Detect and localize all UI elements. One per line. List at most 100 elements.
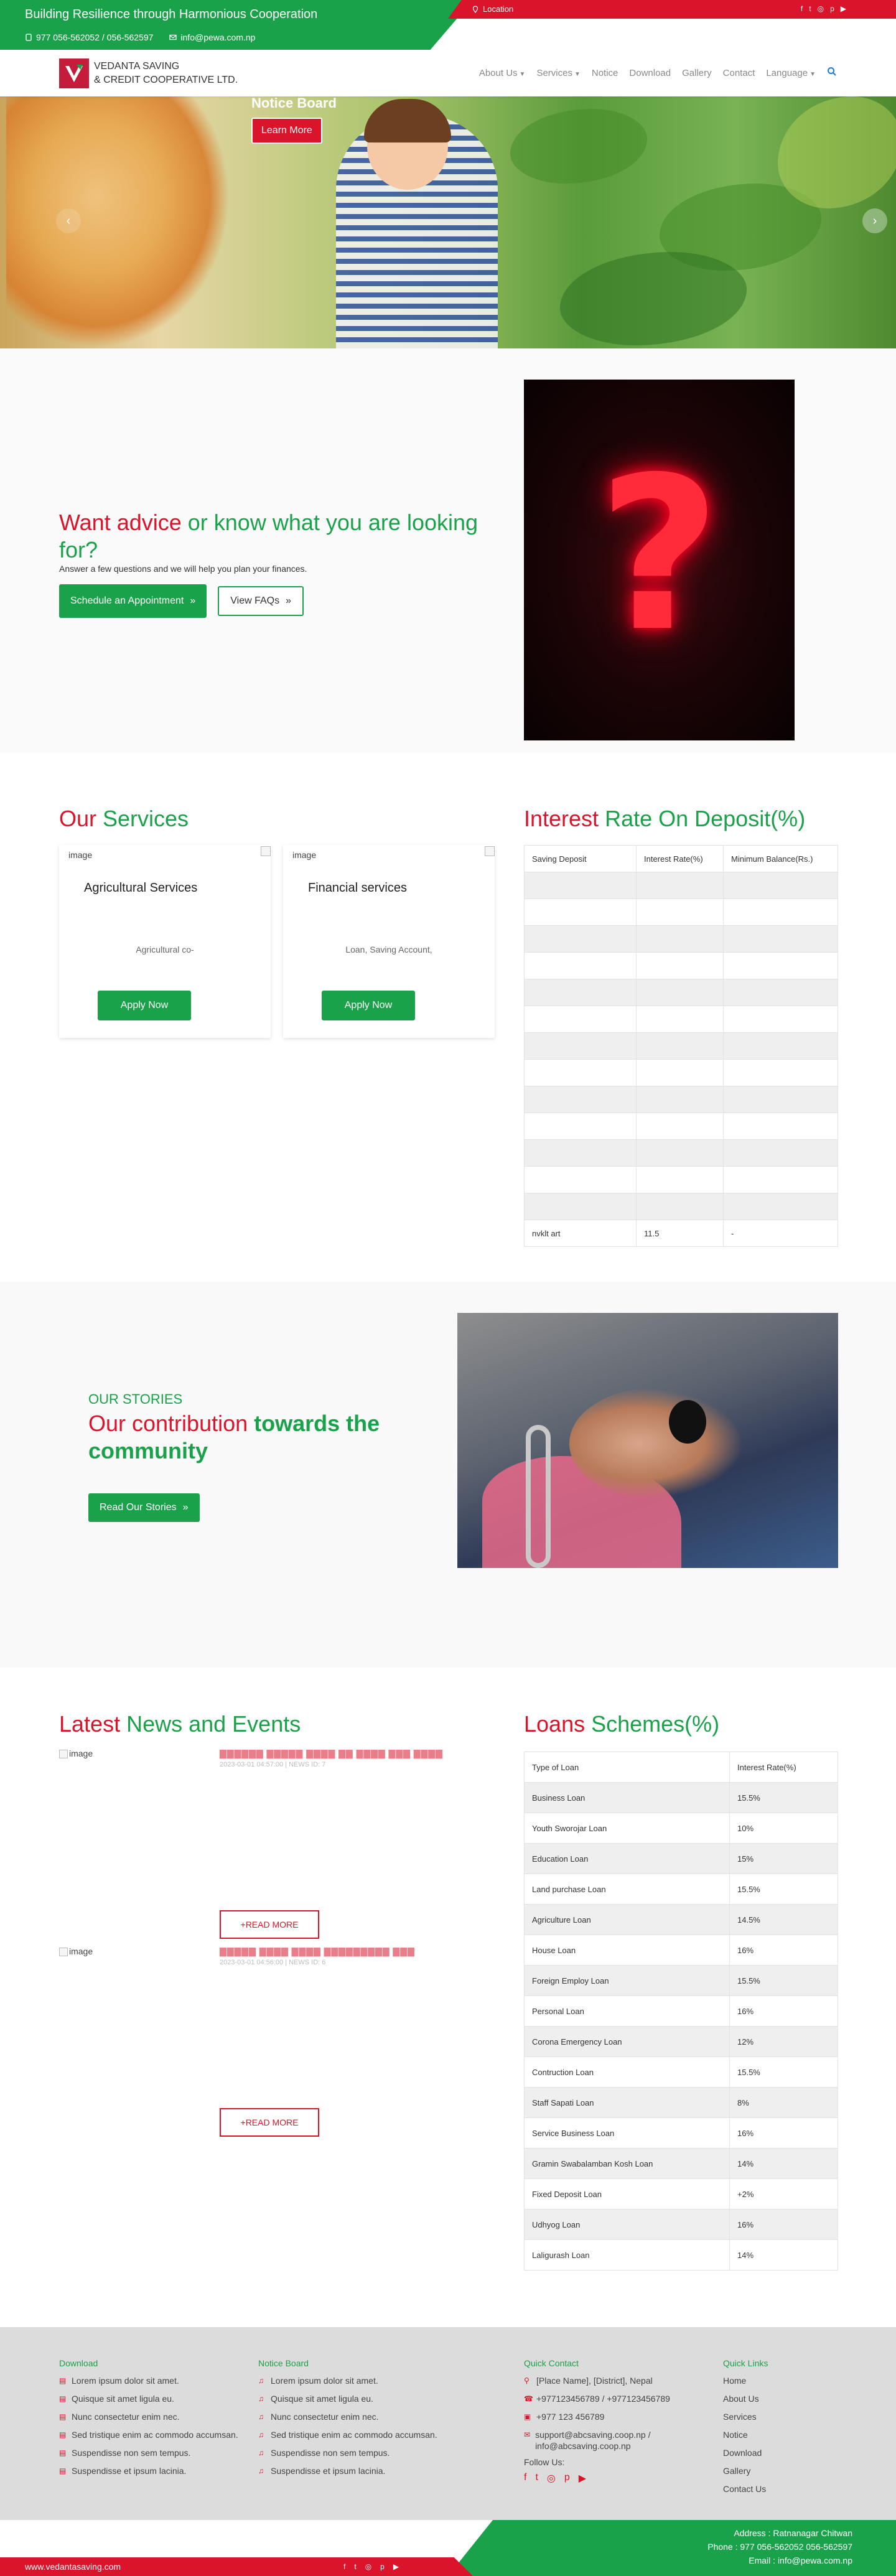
list-item[interactable]: Download <box>723 2444 847 2462</box>
table-cell <box>636 979 724 1006</box>
instagram-icon[interactable]: ◎ <box>365 2562 371 2571</box>
nav-contact[interactable]: Contact <box>723 68 755 78</box>
table-row: Staff Sapati Loan 8% <box>524 2087 838 2118</box>
read-more-button[interactable]: +READ MORE <box>220 1910 319 1939</box>
list-item[interactable]: Contact Us <box>723 2480 847 2498</box>
list-item[interactable]: ♫ Suspendisse non sem tempus. <box>258 2444 445 2462</box>
news-headline[interactable]: ▇▇▇▇▇▇ ▇▇▇▇▇ ▇▇▇▇ ▇▇ ▇▇▇▇ ▇▇▇ ▇▇▇▇ <box>220 1748 443 1759</box>
list-item[interactable]: Gallery <box>723 2462 847 2480</box>
facebook-icon[interactable]: f <box>801 4 803 13</box>
apply-now-button[interactable]: Apply Now <box>322 991 415 1020</box>
table-cell: 12% <box>729 2026 838 2057</box>
facebook-icon[interactable]: f <box>343 2562 345 2571</box>
learn-more-button[interactable]: Learn More <box>251 118 322 144</box>
table-cell <box>636 1139 724 1167</box>
list-item[interactable]: Services <box>723 2408 847 2426</box>
youtube-icon[interactable]: ▶ <box>841 4 846 13</box>
tagline: Building Resilience through Harmonious C… <box>25 7 318 21</box>
footer-download-list: ▤ Lorem ipsum dolor sit amet. ▤ Quisque sit… <box>59 2372 246 2480</box>
table-cell: Laligurash Loan <box>524 2239 730 2270</box>
youtube-icon[interactable]: ▶ <box>579 2472 586 2485</box>
brand-line-2: & CREDIT COOPERATIVE LTD. <box>94 74 238 85</box>
loan-schemes-table: Type of Loan Interest Rate(%) Business L… <box>524 1752 838 2270</box>
table-cell <box>723 1059 838 1086</box>
nav-services[interactable]: Services ▼ <box>536 68 580 78</box>
list-item[interactable]: ♫ Nunc consectetur enim nec. <box>258 2408 445 2426</box>
list-item[interactable]: ▤ Nunc consectetur enim nec. <box>59 2408 246 2426</box>
list-item[interactable]: ☎ +977123456789 / +977123456789 <box>524 2390 704 2408</box>
nav-gallery[interactable]: Gallery <box>682 68 712 78</box>
slider-next-icon[interactable]: › <box>862 208 887 233</box>
table-cell: 15.5% <box>729 1874 838 1905</box>
table-cell: - <box>723 1220 838 1247</box>
pinterest-icon[interactable]: p <box>830 4 834 13</box>
footer-notice: Notice Board ♫ Lorem ipsum dolor sit amet… <box>258 2358 445 2480</box>
table-row <box>524 979 838 1006</box>
list-item[interactable]: ♫ Sed tristique enim ac commodo accumsan. <box>258 2426 445 2444</box>
list-item[interactable]: ✉ support@abcsaving.coop.np / info@abcsav… <box>524 2426 704 2455</box>
table-cell: Agriculture Loan <box>524 1904 730 1935</box>
top-phone[interactable]: 977 056-562052 / 056-562597 <box>25 32 153 42</box>
nav-language-label: Language <box>766 68 808 78</box>
hero-leaf <box>510 109 647 184</box>
slider-prev-icon[interactable]: ‹ <box>56 208 81 233</box>
table-cell <box>723 898 838 926</box>
list-item[interactable]: ♫ Suspendisse et ipsum lacinia. <box>258 2462 445 2480</box>
table-row: Personal Loan 16% <box>524 1995 838 2027</box>
view-faqs-button[interactable]: View FAQs » <box>218 586 304 616</box>
mail-icon <box>169 34 177 40</box>
news-headline[interactable]: ▇▇▇▇▇ ▇▇▇▇ ▇▇▇▇ ▇▇▇▇▇▇▇▇▇ ▇▇▇ <box>220 1946 415 1957</box>
nav-download[interactable]: Download <box>629 68 671 78</box>
table-row: Gramin Swabalamban Kosh Loan 14% <box>524 2148 838 2179</box>
read-our-stories-button[interactable]: Read Our Stories » <box>88 1493 200 1522</box>
list-item[interactable]: Home <box>723 2372 847 2390</box>
list-item[interactable]: About Us <box>723 2390 847 2408</box>
list-item[interactable]: ♫ Lorem ipsum dolor sit amet. <box>258 2372 445 2390</box>
broken-image-icon <box>261 846 271 856</box>
list-item[interactable]: ♫ Quisque sit amet ligula eu. <box>258 2390 445 2408</box>
map-pin-icon <box>472 5 478 13</box>
nav-services-label: Services <box>536 68 572 78</box>
location-link[interactable]: Location <box>472 4 513 14</box>
table-row <box>524 952 838 979</box>
bell-icon: ♫ <box>258 2412 264 2421</box>
column-header: Saving Deposit <box>524 845 637 872</box>
facebook-icon[interactable]: f <box>524 2472 526 2485</box>
advice-subtitle: Answer a few questions and we will help … <box>59 564 307 574</box>
instagram-icon[interactable]: ◎ <box>818 4 824 13</box>
list-item-label: Suspendisse non sem tempus. <box>72 2448 191 2458</box>
question-mark-icon: ? <box>597 432 721 679</box>
list-item: ⚲ [Place Name], [District], Nepal <box>524 2372 704 2390</box>
list-item[interactable]: ▤ Lorem ipsum dolor sit amet. <box>59 2372 246 2390</box>
nav-notice[interactable]: Notice <box>592 68 618 78</box>
apply-now-button[interactable]: Apply Now <box>98 991 191 1020</box>
list-item[interactable]: ▤ Suspendisse et ipsum lacinia. <box>59 2462 246 2480</box>
file-pdf-icon: ▤ <box>59 2376 67 2385</box>
nav-about-us[interactable]: About Us ▼ <box>479 68 526 78</box>
table-row: Youth Sworojar Loan 10% <box>524 1813 838 1844</box>
twitter-icon[interactable]: t <box>809 4 811 13</box>
services-title-red: Our <box>59 806 97 831</box>
nav-language[interactable]: Language ▼ <box>766 68 816 78</box>
brand[interactable]: VEDANTA SAVING & CREDIT COOPERATIVE LTD. <box>59 58 238 88</box>
twitter-icon[interactable]: t <box>354 2562 356 2571</box>
list-item[interactable]: Notice <box>723 2426 847 2444</box>
list-item[interactable]: ▤ Suspendisse non sem tempus. <box>59 2444 246 2462</box>
youtube-icon[interactable]: ▶ <box>393 2562 399 2571</box>
list-item[interactable]: ▤ Quisque sit amet ligula eu. <box>59 2390 246 2408</box>
top-email[interactable]: info@pewa.com.np <box>169 32 255 42</box>
pinterest-icon[interactable]: p <box>380 2562 385 2571</box>
website-link[interactable]: www.vedantasaving.com <box>25 2562 121 2572</box>
list-item[interactable]: ▤ Sed tristique enim ac commodo accumsan. <box>59 2426 246 2444</box>
search-icon[interactable] <box>827 67 837 80</box>
loans-title-green: Schemes(%) <box>585 1711 720 1737</box>
service-name: Agricultural Services <box>84 881 198 895</box>
twitter-icon[interactable]: t <box>535 2472 538 2485</box>
instagram-icon[interactable]: ◎ <box>547 2472 556 2485</box>
schedule-appointment-button[interactable]: Schedule an Appointment » <box>59 584 207 618</box>
table-cell: Personal Loan <box>524 1995 730 2027</box>
services-title-green: Services <box>96 806 189 831</box>
read-more-button[interactable]: +READ MORE <box>220 2108 319 2137</box>
pinterest-icon[interactable]: p <box>564 2472 570 2485</box>
map-pin-icon: ⚲ <box>524 2376 530 2385</box>
